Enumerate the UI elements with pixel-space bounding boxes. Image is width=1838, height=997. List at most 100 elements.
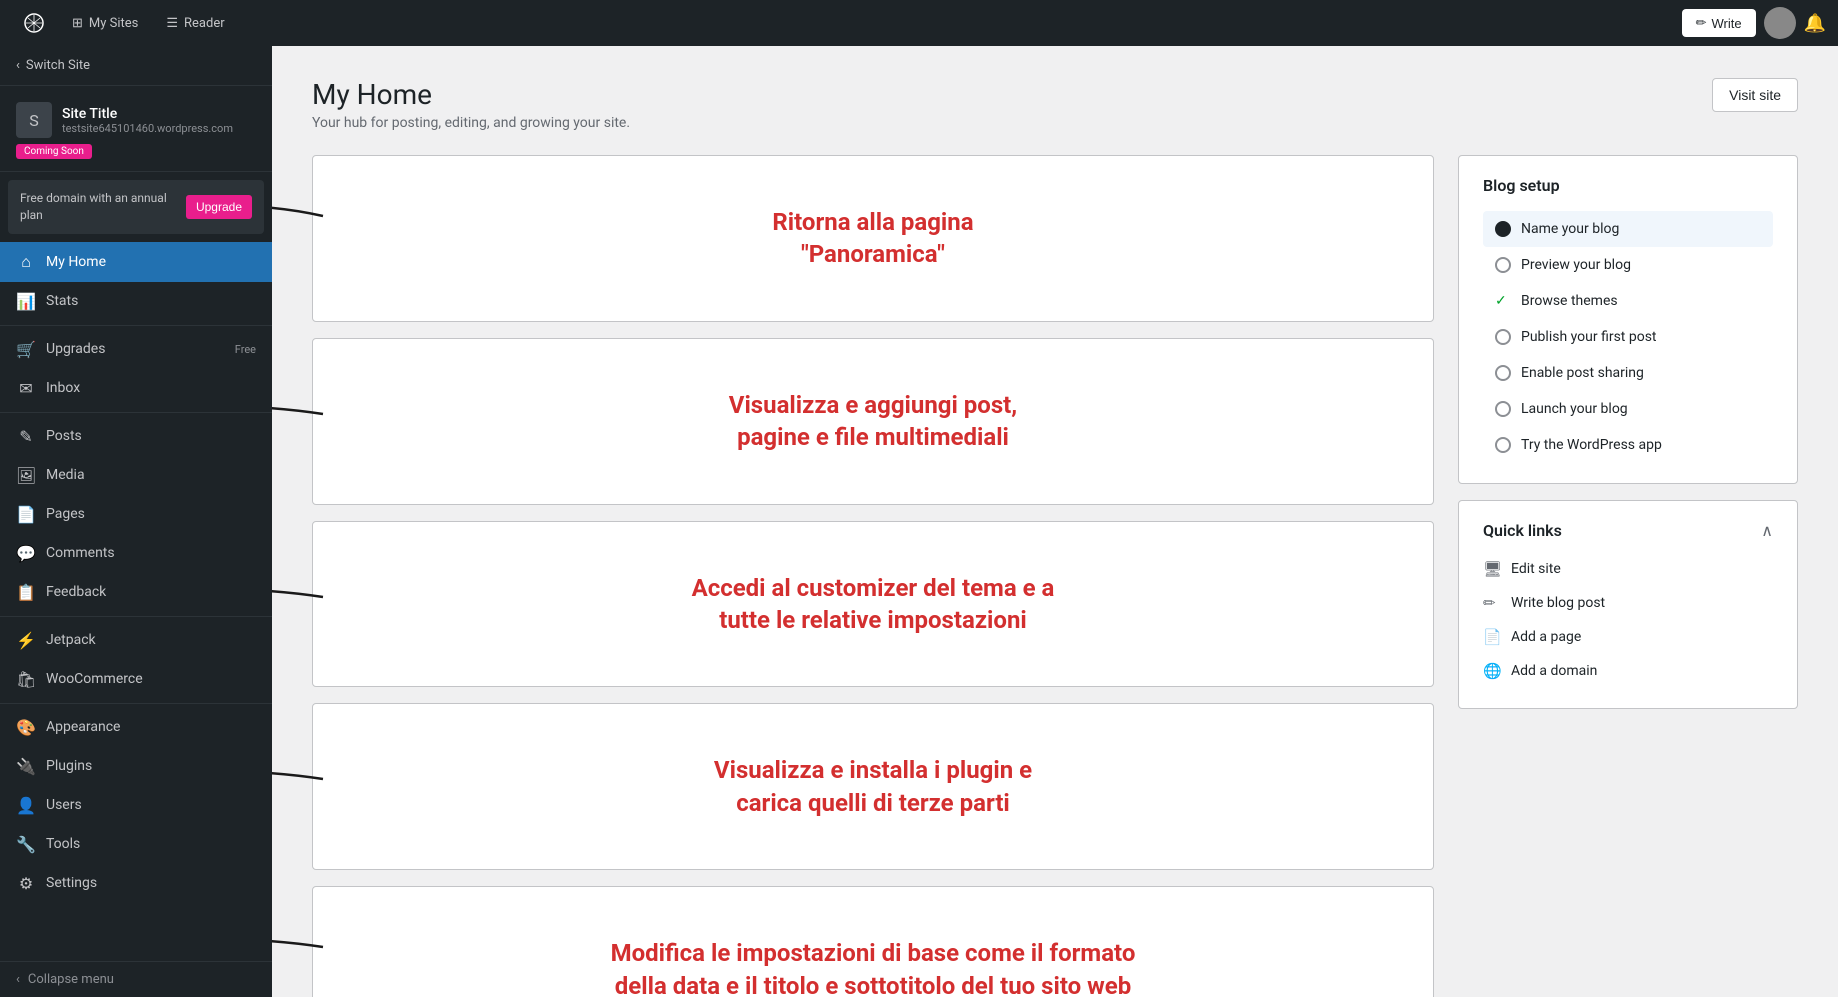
users-icon: 👤 bbox=[16, 796, 36, 815]
setup-item-launch-blog[interactable]: Launch your blog bbox=[1483, 391, 1773, 427]
visit-site-button[interactable]: Visit site bbox=[1712, 78, 1798, 112]
card-theme-customizer: Accedi al customizer del tema e atutte l… bbox=[312, 521, 1434, 688]
annotation-posts: Visualizza e aggiungi post,pagine e file… bbox=[709, 359, 1037, 484]
nav-divider-4 bbox=[0, 703, 272, 704]
arrow-2 bbox=[272, 379, 333, 449]
inbox-icon: ✉ bbox=[16, 379, 36, 398]
blog-setup-title: Blog setup bbox=[1483, 176, 1773, 195]
quick-link-label: Add a domain bbox=[1511, 663, 1597, 679]
layout: ‹ Switch Site S Site Title testsite64510… bbox=[0, 46, 1838, 997]
sidebar-site-header: S Site Title testsite645101460.wordpress… bbox=[0, 86, 272, 172]
collapse-menu-button[interactable]: ‹ Collapse menu bbox=[16, 972, 256, 987]
right-panel: Blog setup Name your blog Preview your b… bbox=[1458, 155, 1798, 709]
annotation-text-4: Visualizza e installa i plugin ecarica q… bbox=[714, 754, 1032, 819]
quick-link-add-page[interactable]: 📄 Add a page bbox=[1483, 620, 1773, 654]
sidebar-item-pages[interactable]: 📄 Pages bbox=[0, 495, 272, 534]
quick-links-title: Quick links bbox=[1483, 521, 1562, 540]
switch-site-button[interactable]: ‹ Switch Site bbox=[0, 46, 272, 86]
main-content: My Home Your hub for posting, editing, a… bbox=[272, 46, 1838, 997]
free-domain-text: Free domain with an annual plan bbox=[20, 190, 178, 224]
switch-site-label: Switch Site bbox=[26, 58, 90, 73]
content-grid: Ritorna alla pagina"Panoramica" Visualiz… bbox=[312, 155, 1798, 997]
annotation-panoramica: Ritorna alla pagina"Panoramica" bbox=[752, 176, 993, 301]
sidebar: ‹ Switch Site S Site Title testsite64510… bbox=[0, 46, 272, 997]
setup-item-browse-themes[interactable]: ✓ Browse themes bbox=[1483, 283, 1773, 319]
site-name: Site Title bbox=[62, 106, 233, 122]
quick-links-panel: Quick links ∧ 🖥 Edit site ✏ Write blog p… bbox=[1458, 500, 1798, 709]
setup-item-name-blog[interactable]: Name your blog bbox=[1483, 211, 1773, 247]
tools-icon: 🔧 bbox=[16, 835, 36, 854]
nav-divider-3 bbox=[0, 616, 272, 617]
reader-label: Reader bbox=[184, 16, 225, 31]
my-sites-label: My Sites bbox=[89, 16, 138, 31]
sidebar-item-label: Stats bbox=[46, 293, 78, 309]
upgrades-icon: 🛒 bbox=[16, 340, 36, 359]
my-sites-button[interactable]: ⊞ My Sites bbox=[60, 0, 150, 46]
topbar-left: ⊞ My Sites ☰ Reader bbox=[12, 0, 237, 46]
reader-button[interactable]: ☰ Reader bbox=[154, 0, 236, 46]
quick-links-header: Quick links ∧ bbox=[1483, 521, 1773, 540]
sidebar-item-feedback[interactable]: 📋 Feedback bbox=[0, 573, 272, 612]
check-icon: ✓ bbox=[1495, 293, 1511, 309]
sidebar-item-tools[interactable]: 🔧 Tools bbox=[0, 825, 272, 864]
sidebar-item-label: Jetpack bbox=[46, 632, 96, 648]
globe-icon: 🌐 bbox=[1483, 662, 1501, 680]
setup-item-publish-post[interactable]: Publish your first post bbox=[1483, 319, 1773, 355]
pencil-icon: ✏ bbox=[1696, 15, 1707, 31]
topbar: ⊞ My Sites ☰ Reader ✏ Write 🔔 bbox=[0, 0, 1838, 46]
sidebar-item-posts[interactable]: ✎ Posts bbox=[0, 417, 272, 456]
arrow-4 bbox=[272, 744, 333, 814]
sidebar-item-label: Plugins bbox=[46, 758, 92, 774]
setup-item-label: Launch your blog bbox=[1521, 401, 1628, 417]
sidebar-item-settings[interactable]: ⚙ Settings bbox=[0, 864, 272, 903]
my-sites-icon: ⊞ bbox=[72, 16, 83, 31]
setup-item-preview-blog[interactable]: Preview your blog bbox=[1483, 247, 1773, 283]
notifications-bell-icon[interactable]: 🔔 bbox=[1804, 13, 1826, 34]
annotation-text-2: Visualizza e aggiungi post,pagine e file… bbox=[729, 389, 1017, 454]
collapse-label: Collapse menu bbox=[28, 972, 114, 987]
sidebar-item-media[interactable]: 🖼 Media bbox=[0, 456, 272, 495]
appearance-icon: 🎨 bbox=[16, 718, 36, 737]
quick-link-write-post[interactable]: ✏ Write blog post bbox=[1483, 586, 1773, 620]
topbar-right: ✏ Write 🔔 bbox=[1682, 7, 1826, 39]
sidebar-item-jetpack[interactable]: ⚡ Jetpack bbox=[0, 621, 272, 660]
sidebar-item-label: My Home bbox=[46, 254, 106, 270]
item-dot-empty-5 bbox=[1495, 437, 1511, 453]
setup-item-enable-sharing[interactable]: Enable post sharing bbox=[1483, 355, 1773, 391]
sidebar-item-label: Appearance bbox=[46, 719, 120, 735]
sidebar-item-label: Inbox bbox=[46, 380, 80, 396]
sidebar-item-label: Comments bbox=[46, 545, 115, 561]
nav-divider bbox=[0, 325, 272, 326]
write-button[interactable]: ✏ Write bbox=[1682, 9, 1756, 37]
arrow-1 bbox=[272, 186, 333, 246]
quick-link-edit-site[interactable]: 🖥 Edit site bbox=[1483, 552, 1773, 586]
sidebar-item-inbox[interactable]: ✉ Inbox bbox=[0, 369, 272, 408]
sidebar-item-upgrades[interactable]: 🛒 Upgrades Free bbox=[0, 330, 272, 369]
item-dot-active bbox=[1495, 221, 1511, 237]
user-avatar[interactable] bbox=[1764, 7, 1796, 39]
sidebar-item-woocommerce[interactable]: 🛍 WooCommerce bbox=[0, 660, 272, 699]
sidebar-item-label: Tools bbox=[46, 836, 80, 852]
sidebar-item-appearance[interactable]: 🎨 Appearance bbox=[0, 708, 272, 747]
sidebar-item-users[interactable]: 👤 Users bbox=[0, 786, 272, 825]
setup-item-wp-app[interactable]: Try the WordPress app bbox=[1483, 427, 1773, 463]
page-subtitle: Your hub for posting, editing, and growi… bbox=[312, 115, 630, 131]
sidebar-nav: ⌂ My Home 📊 Stats 🛒 Upgrades Free ✉ Inbo… bbox=[0, 242, 272, 903]
plugins-icon: 🔌 bbox=[16, 757, 36, 776]
setup-item-label: Enable post sharing bbox=[1521, 365, 1644, 381]
card-posts-media: Visualizza e aggiungi post,pagine e file… bbox=[312, 338, 1434, 505]
sidebar-item-my-home[interactable]: ⌂ My Home bbox=[0, 242, 272, 282]
sidebar-item-label: Posts bbox=[46, 428, 82, 444]
item-dot-empty-3 bbox=[1495, 365, 1511, 381]
sidebar-item-comments[interactable]: 💬 Comments bbox=[0, 534, 272, 573]
upgrade-button[interactable]: Upgrade bbox=[186, 195, 252, 219]
wp-logo-button[interactable] bbox=[12, 0, 56, 46]
sidebar-item-plugins[interactable]: 🔌 Plugins bbox=[0, 747, 272, 786]
comments-icon: 💬 bbox=[16, 544, 36, 563]
page-title: My Home bbox=[312, 78, 630, 111]
monitor-icon: 🖥 bbox=[1483, 560, 1501, 578]
sidebar-item-label: Settings bbox=[46, 875, 97, 891]
setup-item-label: Browse themes bbox=[1521, 293, 1618, 309]
quick-link-add-domain[interactable]: 🌐 Add a domain bbox=[1483, 654, 1773, 688]
sidebar-item-stats[interactable]: 📊 Stats bbox=[0, 282, 272, 321]
